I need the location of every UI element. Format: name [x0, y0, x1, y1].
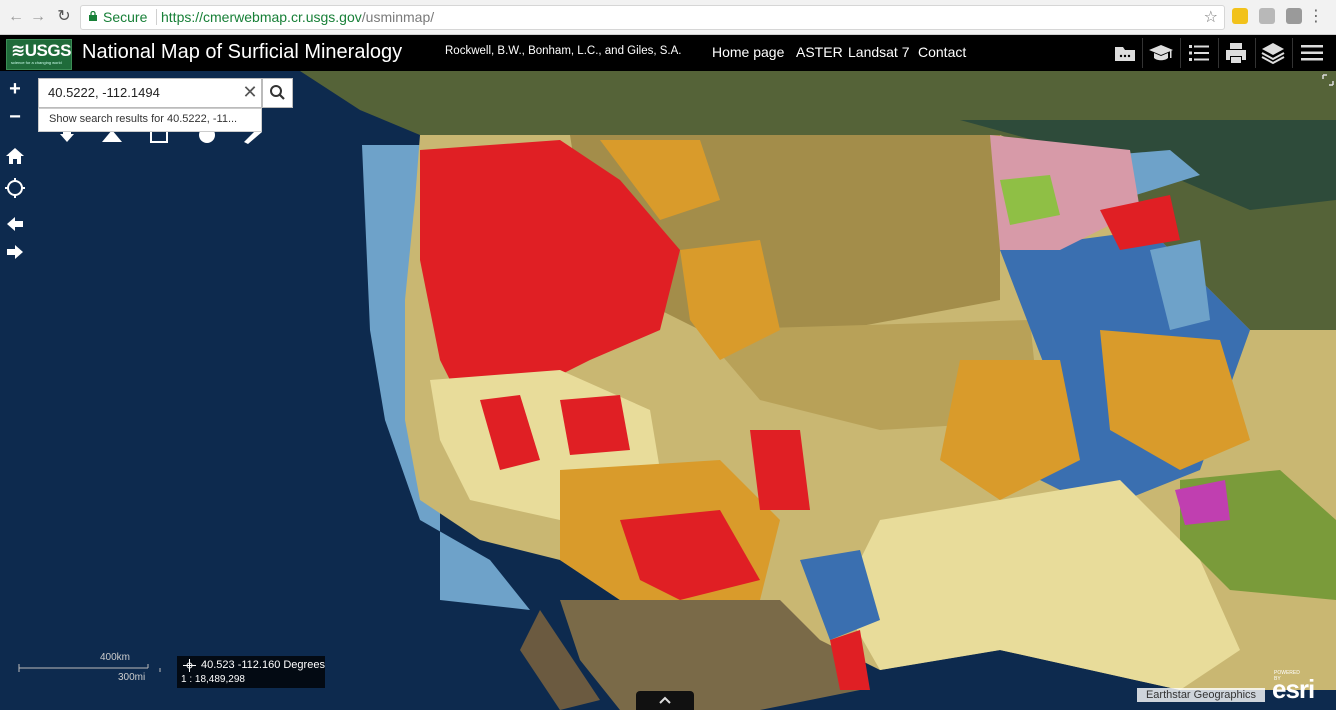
forward-icon[interactable]: →: [28, 7, 48, 27]
usgs-logo[interactable]: ≋USGS science for a changing world: [6, 39, 72, 70]
map-canvas[interactable]: [0, 71, 1336, 710]
logo-tagline: science for a changing world: [11, 60, 62, 65]
nav-home-page[interactable]: Home page: [712, 44, 784, 60]
clear-icon[interactable]: ✕: [241, 83, 259, 101]
menu-icon[interactable]: [1299, 40, 1325, 66]
reload-icon[interactable]: ↻: [54, 7, 74, 27]
back-icon[interactable]: ←: [6, 7, 26, 27]
search-input[interactable]: 40.5222, -112.1494: [38, 78, 262, 108]
print-icon[interactable]: [1223, 40, 1249, 66]
zoom-out-button[interactable]: −: [4, 106, 26, 128]
search-value: 40.5222, -112.1494: [48, 85, 160, 100]
divider: [1255, 38, 1256, 68]
bottom-panel-toggle[interactable]: [636, 691, 694, 710]
secure-label: Secure: [103, 9, 148, 25]
suggestion-text: Show search results for 40.5222, -11...: [49, 113, 238, 125]
previous-extent-icon[interactable]: [4, 213, 26, 235]
home-icon[interactable]: [4, 145, 26, 167]
divider: [1218, 38, 1219, 68]
search-button[interactable]: [262, 78, 293, 108]
coordinate-readout[interactable]: 40.523 -112.160 Degrees 1 : 18,489,298: [177, 656, 325, 688]
scale-imperial-label: 300mi: [118, 672, 146, 683]
authors-link[interactable]: Rockwell, B.W., Bonham, L.C., and Giles,…: [445, 45, 681, 57]
chevron-up-icon: [659, 696, 671, 704]
search-suggestion[interactable]: Show search results for 40.5222, -11...: [38, 108, 262, 132]
new-mexico-red-zone: [750, 430, 810, 510]
url-path: /usminmap/: [361, 9, 435, 25]
nav-contact[interactable]: Contact: [918, 44, 966, 60]
url-text: https://cmerwebmap.cr.usgs.gov/usminmap/: [161, 9, 434, 25]
scale-ratio-text: 1 : 18,489,298: [181, 674, 245, 685]
coordinates-text: 40.523 -112.160 Degrees: [201, 659, 325, 671]
attribution-text: Earthstar Geographics: [1137, 688, 1265, 702]
nav-aster[interactable]: ASTER: [796, 44, 843, 60]
search-icon: [270, 85, 285, 100]
extension-icon[interactable]: [1232, 8, 1248, 24]
divider: [156, 9, 157, 25]
list-icon[interactable]: [1186, 40, 1212, 66]
locate-icon[interactable]: [4, 177, 26, 199]
red-zone: [560, 395, 630, 455]
url-host: https://cmerwebmap.cr.usgs.gov: [161, 9, 362, 25]
crosshair-icon: [183, 659, 196, 672]
folder-icon[interactable]: [1112, 40, 1138, 66]
graduation-cap-icon[interactable]: [1148, 40, 1174, 66]
zoom-in-button[interactable]: +: [4, 78, 26, 100]
esri-text: esri: [1272, 674, 1315, 704]
lock-icon: [89, 11, 97, 21]
address-bar[interactable]: Secure https://cmerwebmap.cr.usgs.gov/us…: [80, 5, 1225, 30]
star-icon[interactable]: ☆: [1204, 7, 1218, 27]
layers-icon[interactable]: [1260, 40, 1286, 66]
next-extent-icon[interactable]: [4, 241, 26, 263]
extension-icon[interactable]: [1286, 8, 1302, 24]
divider: [1180, 38, 1181, 68]
fullscreen-icon[interactable]: [1322, 74, 1334, 86]
browser-toolbar: ← → ↻ Secure https://cmerwebmap.cr.usgs.…: [0, 0, 1336, 35]
scale-metric-label: 400km: [100, 652, 131, 663]
nav-landsat-7[interactable]: Landsat 7: [848, 44, 910, 60]
more-vert-icon[interactable]: ⋮: [1308, 6, 1324, 26]
divider: [1292, 38, 1293, 68]
page-title: National Map of Surficial Mineralogy: [82, 41, 403, 63]
app-header: ≋USGS science for a changing world Natio…: [0, 35, 1336, 71]
logo-text: ≋USGS: [11, 41, 71, 60]
map-view[interactable]: [0, 71, 1336, 710]
divider: [1142, 38, 1143, 68]
extension-icon[interactable]: [1259, 8, 1275, 24]
